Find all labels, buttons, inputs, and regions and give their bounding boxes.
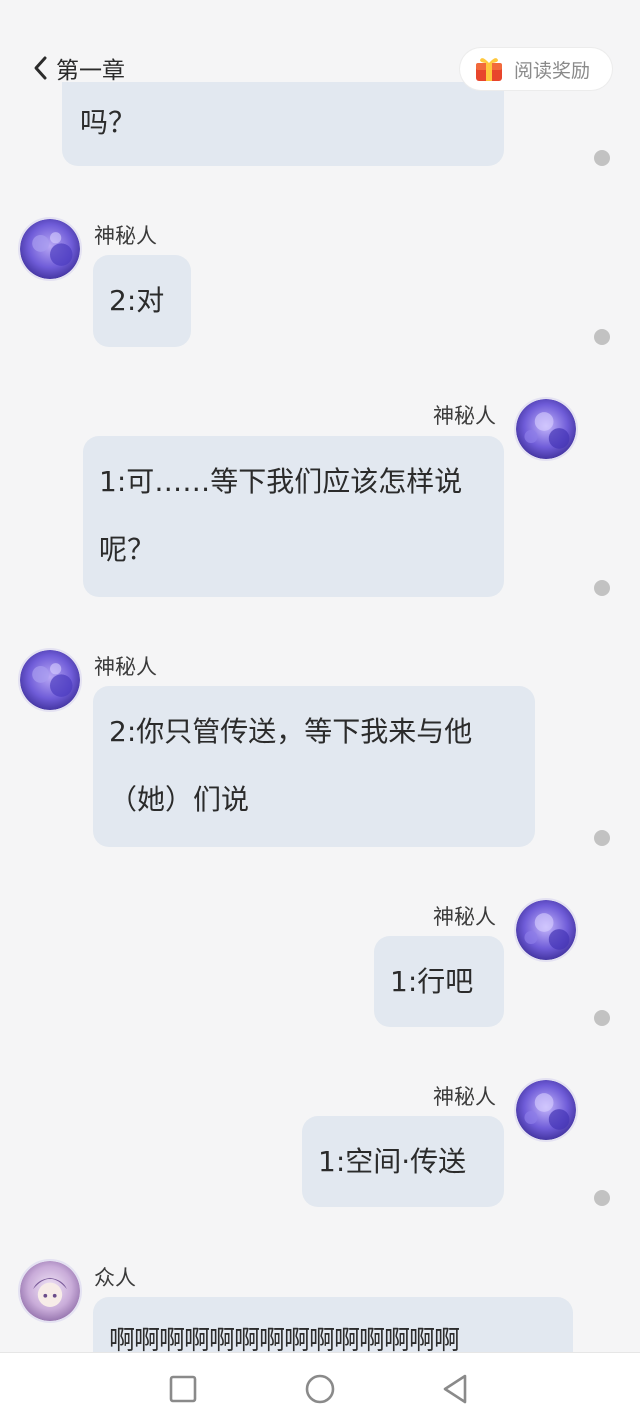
message-text: 呢？ bbox=[99, 533, 156, 566]
message-text: 啊啊啊啊啊啊啊啊啊啊啊啊啊啊 bbox=[109, 1326, 460, 1352]
reading-reward-button[interactable]: 阅读奖励 bbox=[460, 48, 612, 90]
reading-reward-label: 阅读奖励 bbox=[514, 59, 591, 82]
chapter-title: 第一章 bbox=[56, 58, 125, 84]
read-status-dot bbox=[594, 329, 610, 345]
read-status-dot bbox=[594, 1190, 610, 1206]
message-text: 1:空间·传送 bbox=[318, 1145, 467, 1178]
message-bubble[interactable]: 2:对 bbox=[93, 255, 191, 347]
avatar[interactable] bbox=[18, 648, 82, 712]
sender-name: 众人 bbox=[94, 1266, 136, 1290]
read-status-dot bbox=[594, 580, 610, 596]
sender-name: 神秘人 bbox=[94, 655, 157, 679]
message-bubble[interactable]: 1:空间·传送 bbox=[302, 1116, 504, 1207]
read-status-dot bbox=[594, 150, 610, 166]
read-status-dot bbox=[594, 830, 610, 846]
top-bar: 第一章 阅读奖励 bbox=[0, 30, 640, 102]
avatar[interactable] bbox=[514, 397, 578, 461]
sender-name: 神秘人 bbox=[433, 404, 496, 428]
avatar[interactable] bbox=[18, 217, 82, 281]
recent-apps-icon[interactable] bbox=[165, 1371, 201, 1407]
message-bubble[interactable]: 2:你只管传送，等下我来与他 （她）们说 bbox=[93, 686, 535, 847]
system-nav-bar bbox=[0, 1352, 640, 1422]
message-text: 1:行吧 bbox=[390, 965, 474, 998]
gift-box-icon bbox=[476, 58, 502, 81]
read-status-dot bbox=[594, 1010, 610, 1026]
message-bubble[interactable]: 啊啊啊啊啊啊啊啊啊啊啊啊啊啊 bbox=[93, 1297, 573, 1352]
sender-name: 神秘人 bbox=[433, 905, 496, 929]
home-icon[interactable] bbox=[302, 1371, 338, 1407]
sender-name: 神秘人 bbox=[94, 224, 157, 248]
back-button[interactable]: 第一章 bbox=[30, 50, 125, 86]
sender-name: 神秘人 bbox=[433, 1085, 496, 1109]
avatar[interactable] bbox=[514, 898, 578, 962]
back-icon[interactable] bbox=[438, 1371, 474, 1407]
message-text: 1:可……等下我们应该怎样说 bbox=[99, 465, 463, 498]
avatar[interactable] bbox=[514, 1078, 578, 1142]
message-text: （她）们说 bbox=[109, 783, 250, 816]
message-bubble[interactable]: 1:行吧 bbox=[374, 936, 504, 1027]
message-text: 2:对 bbox=[109, 284, 165, 317]
message-text: 2:你只管传送，等下我来与他 bbox=[109, 715, 473, 748]
message-bubble[interactable]: 1:可……等下我们应该怎样说 呢？ bbox=[83, 436, 504, 597]
chevron-left-icon bbox=[34, 56, 47, 80]
chat-area: 吗？ 神秘人 2:对 神秘人 1:可……等下我们应该怎样说 呢？ 神秘人 2:你… bbox=[0, 0, 640, 1352]
avatar[interactable] bbox=[18, 1259, 82, 1323]
